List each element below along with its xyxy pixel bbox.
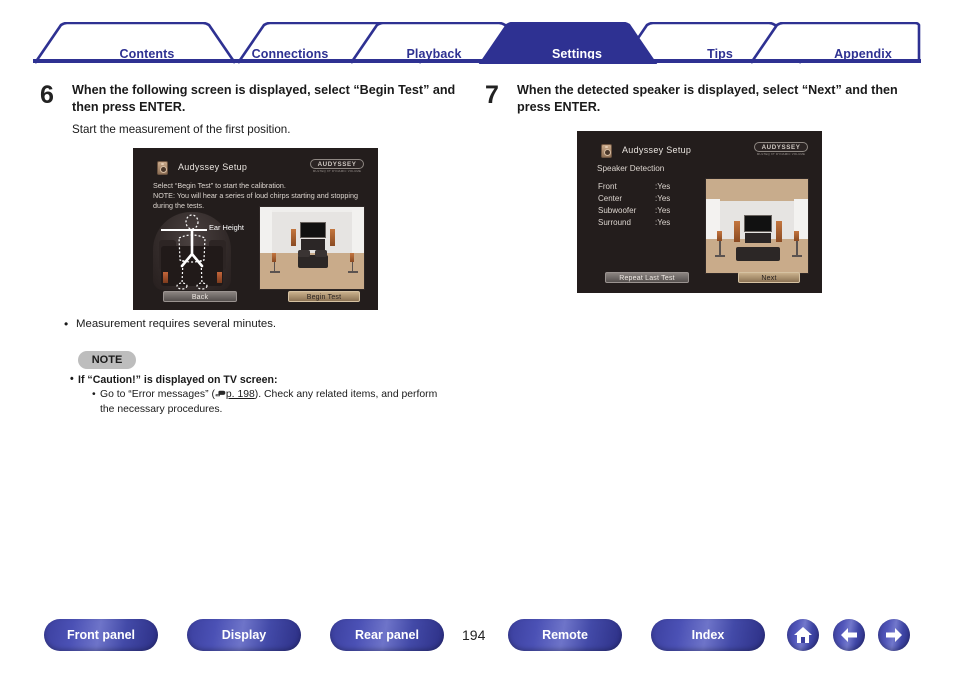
osd-title-right: Audyssey Setup	[622, 145, 692, 155]
sofa-cushion-left	[298, 250, 310, 257]
osd-next-button[interactable]: Next	[738, 272, 800, 283]
surround-speaker-left-right	[717, 231, 722, 241]
osd-back-button[interactable]: Back	[163, 291, 237, 302]
tv-stand-right	[745, 233, 771, 243]
manual-page: Contents Connections Playback Settings T…	[0, 0, 954, 673]
front-speaker-left	[291, 229, 296, 246]
pointing-hand-icon	[215, 390, 226, 397]
table-row: Front :Yes	[598, 181, 695, 193]
sofa-right	[736, 247, 780, 261]
speaker-name: Center	[598, 194, 623, 204]
speaker-icon	[157, 161, 168, 175]
step-7-title: When the detected speaker is displayed, …	[517, 83, 898, 115]
audyssey-logo-main-right: AUDYSSEY	[754, 142, 808, 152]
tv-screen	[300, 222, 326, 238]
step-7-block: 7 When the detected speaker is displayed…	[485, 82, 915, 117]
footer-front-panel-button[interactable]: Front panel	[44, 619, 158, 651]
table-row: Center :Yes	[598, 193, 695, 205]
room-ceiling-right	[706, 179, 808, 201]
table-row: Surround :Yes	[598, 217, 695, 229]
osd-begin-test-button[interactable]: Begin Test	[288, 291, 360, 302]
surround-stand-right-right	[796, 241, 798, 255]
surround-speaker-right-right	[794, 231, 799, 241]
front-speaker-right-right	[776, 221, 782, 242]
surround-speaker-right	[350, 253, 354, 262]
surround-base-left-right	[715, 255, 725, 257]
surround-stand-right	[351, 262, 353, 271]
step-6-block: 6 When the following screen is displayed…	[40, 82, 470, 138]
footer-bar: Front panel Display Rear panel 194 Remot…	[0, 613, 954, 661]
room-illustration-left	[259, 206, 365, 290]
speaker-name: Surround	[598, 218, 631, 228]
footer-remote-button[interactable]: Remote	[508, 619, 622, 651]
surround-speaker-left	[272, 253, 276, 262]
ear-height-label: Ear Height	[209, 223, 244, 232]
speaker-detection-table: Front :Yes Center :Yes Subwoofer :Yes Su…	[598, 181, 695, 230]
audyssey-logo-sub-right: MULTEQ XT DYNAMIC VOLUME	[756, 152, 806, 156]
tv-screen-right	[744, 215, 772, 232]
tv-stand	[301, 239, 325, 250]
front-speaker-left-right	[734, 221, 740, 242]
ear-height-illustration: Ear Height	[149, 210, 244, 290]
front-speaker-right	[330, 229, 335, 246]
arrow-right-icon[interactable]	[878, 619, 910, 651]
speaker-value: :Yes	[655, 206, 671, 216]
surround-base-right-right	[792, 255, 802, 257]
sofa-cushion-right	[315, 250, 327, 257]
room-illustration-right	[705, 178, 809, 274]
osd-title-left: Audyssey Setup	[178, 162, 248, 172]
tab-navigation[interactable]: Contents Connections Playback Settings T…	[33, 22, 921, 64]
speaker-name: Front	[598, 182, 617, 191]
osd-screenshot-begin-test: Audyssey Setup AUDYSSEY MULTEQ XT DYNAMI…	[133, 148, 378, 310]
audyssey-logo-main: AUDYSSEY	[310, 159, 364, 169]
tab-underline	[33, 59, 921, 63]
note-detail: Go to “Error messages” ( p. 198). Check …	[92, 388, 445, 418]
osd-repeat-last-test-button[interactable]: Repeat Last Test	[605, 272, 689, 283]
footer-rear-panel-button[interactable]: Rear panel	[330, 619, 444, 651]
ear-height-line	[161, 229, 207, 231]
speaker-value: :Yes	[655, 182, 671, 191]
osd-section-title: Speaker Detection	[597, 164, 665, 173]
note-text-before: Go to “Error messages” (	[100, 389, 215, 400]
osd-screenshot-speaker-detection: Audyssey Setup AUDYSSEY MULTEQ XT DYNAMI…	[577, 131, 822, 293]
surround-stand-left	[273, 262, 275, 271]
arrow-left-icon[interactable]	[833, 619, 865, 651]
audyssey-logo-right: AUDYSSEY MULTEQ XT DYNAMIC VOLUME	[754, 142, 808, 160]
audyssey-logo-sub: MULTEQ XT DYNAMIC VOLUME	[312, 169, 362, 173]
step-6-title: When the following screen is displayed, …	[72, 83, 456, 115]
speaker-icon-right	[601, 144, 612, 158]
surround-base-right	[348, 271, 358, 273]
table-row: Subwoofer :Yes	[598, 205, 695, 217]
step-6-subtitle: Start the measurement of the first posit…	[72, 122, 291, 136]
footer-index-button[interactable]: Index	[651, 619, 765, 651]
home-icon[interactable]	[787, 619, 819, 651]
speaker-name: Subwoofer	[598, 206, 637, 216]
speaker-value: :Yes	[655, 194, 671, 204]
audyssey-logo-left: AUDYSSEY MULTEQ XT DYNAMIC VOLUME	[310, 159, 364, 177]
surround-stand-left-right	[719, 241, 721, 255]
bullet-measurement-time: Measurement requires several minutes.	[64, 317, 276, 331]
step-7-number: 7	[485, 81, 499, 109]
footer-display-button[interactable]: Display	[187, 619, 301, 651]
note-badge: NOTE	[78, 351, 136, 369]
surround-base-left	[270, 271, 280, 273]
step-7-heading: 7 When the detected speaker is displayed…	[485, 82, 915, 117]
note-heading: If “Caution!” is displayed on TV screen:	[70, 373, 278, 386]
step-6-number: 6	[40, 81, 54, 109]
step-6-heading: 6 When the following screen is displayed…	[40, 82, 470, 117]
page-number: 194	[462, 627, 486, 643]
speaker-value: :Yes	[655, 218, 671, 228]
person-silhouette-icon	[176, 214, 208, 290]
page-198-link[interactable]: p. 198	[226, 389, 255, 400]
